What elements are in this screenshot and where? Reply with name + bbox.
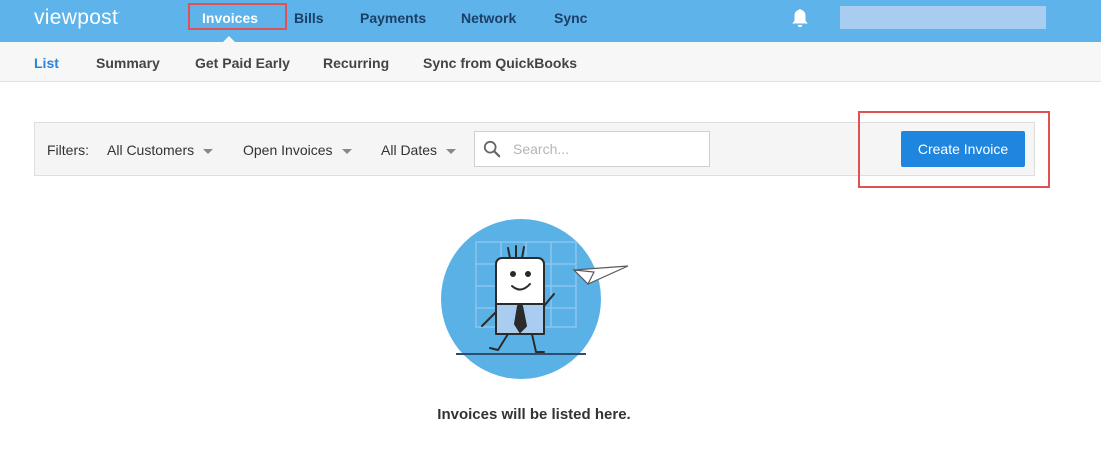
search-input[interactable] bbox=[513, 140, 703, 158]
nav-network[interactable]: Network bbox=[461, 10, 516, 26]
subnav-sync-quickbooks[interactable]: Sync from QuickBooks bbox=[423, 55, 577, 71]
search-icon bbox=[483, 140, 501, 158]
customers-dropdown[interactable]: All Customers bbox=[107, 142, 214, 158]
bell-icon[interactable] bbox=[789, 7, 811, 29]
dates-dropdown-value: All Dates bbox=[381, 142, 438, 158]
subnav-get-paid-early[interactable]: Get Paid Early bbox=[195, 55, 290, 71]
logo-text: viewpost bbox=[34, 6, 119, 29]
character-eye-right bbox=[525, 271, 531, 277]
nav-bills[interactable]: Bills bbox=[294, 10, 324, 26]
viewpost-logo[interactable]: viewpost. bbox=[34, 6, 121, 30]
filters-label: Filters: bbox=[47, 142, 89, 158]
highlight-invoices-tab bbox=[188, 3, 287, 30]
search-box[interactable] bbox=[474, 131, 710, 167]
subnav-summary[interactable]: Summary bbox=[96, 55, 160, 71]
subnav-recurring[interactable]: Recurring bbox=[323, 55, 389, 71]
top-navigation-bar: viewpost. Invoices Bills Payments Networ… bbox=[0, 0, 1101, 42]
highlight-create-invoice bbox=[858, 111, 1050, 188]
sub-navigation-bar: List Summary Get Paid Early Recurring Sy… bbox=[0, 42, 1101, 82]
empty-state-message: Invoices will be listed here. bbox=[437, 406, 631, 423]
dates-dropdown[interactable]: All Dates bbox=[381, 142, 457, 158]
logo-mark: . bbox=[118, 6, 121, 15]
caret-down-icon bbox=[203, 148, 214, 154]
nav-payments[interactable]: Payments bbox=[360, 10, 426, 26]
caret-down-icon bbox=[341, 148, 352, 154]
nav-sync[interactable]: Sync bbox=[554, 10, 587, 26]
empty-invoices-illustration bbox=[441, 219, 629, 379]
status-dropdown[interactable]: Open Invoices bbox=[243, 142, 352, 158]
subnav-list[interactable]: List bbox=[34, 55, 59, 71]
caret-down-icon bbox=[446, 148, 457, 154]
character-eye-left bbox=[510, 271, 516, 277]
customers-dropdown-value: All Customers bbox=[107, 142, 195, 158]
user-account-menu[interactable] bbox=[840, 6, 1046, 29]
status-dropdown-value: Open Invoices bbox=[243, 142, 333, 158]
